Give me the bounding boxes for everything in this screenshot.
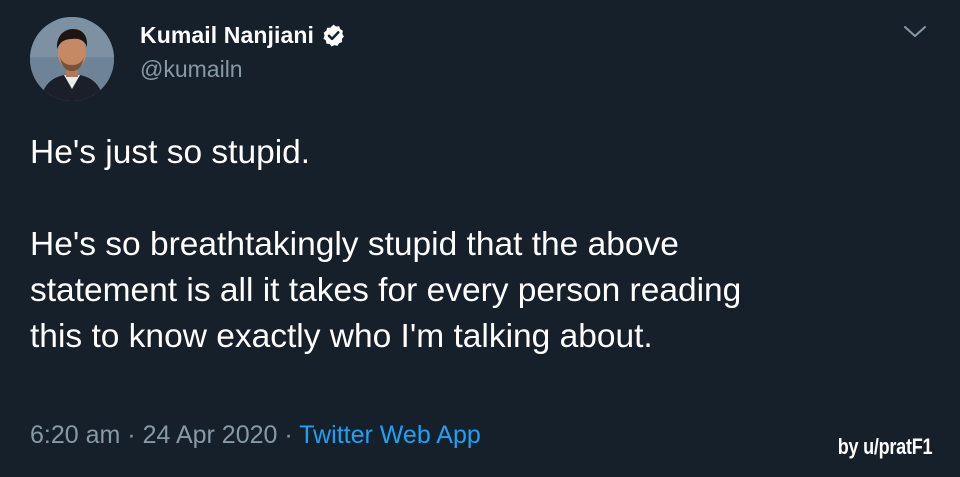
meta-separator: · [127, 421, 136, 449]
tweet-meta: 6:20 am · 24 Apr 2020 · Twitter Web App [30, 421, 481, 450]
tweet-date[interactable]: 24 Apr 2020 [143, 421, 278, 449]
verified-badge-icon [321, 23, 346, 48]
author-handle[interactable]: @kumailn [140, 56, 243, 83]
tweet-source-link[interactable]: Twitter Web App [299, 421, 481, 449]
meta-separator: · [284, 421, 293, 449]
tweet-time[interactable]: 6:20 am [30, 421, 120, 449]
watermark: by u/pratF1 [837, 434, 932, 459]
tweet-card: Kumail Nanjiani @kumailn He's just so st… [0, 0, 960, 477]
display-name[interactable]: Kumail Nanjiani [140, 22, 314, 49]
author-name-row[interactable]: Kumail Nanjiani [140, 20, 346, 50]
avatar-image [30, 17, 114, 101]
tweet-text: He's just so stupid. He's so breathtakin… [30, 134, 742, 355]
avatar[interactable] [30, 17, 114, 101]
chevron-down-icon[interactable] [902, 22, 928, 42]
